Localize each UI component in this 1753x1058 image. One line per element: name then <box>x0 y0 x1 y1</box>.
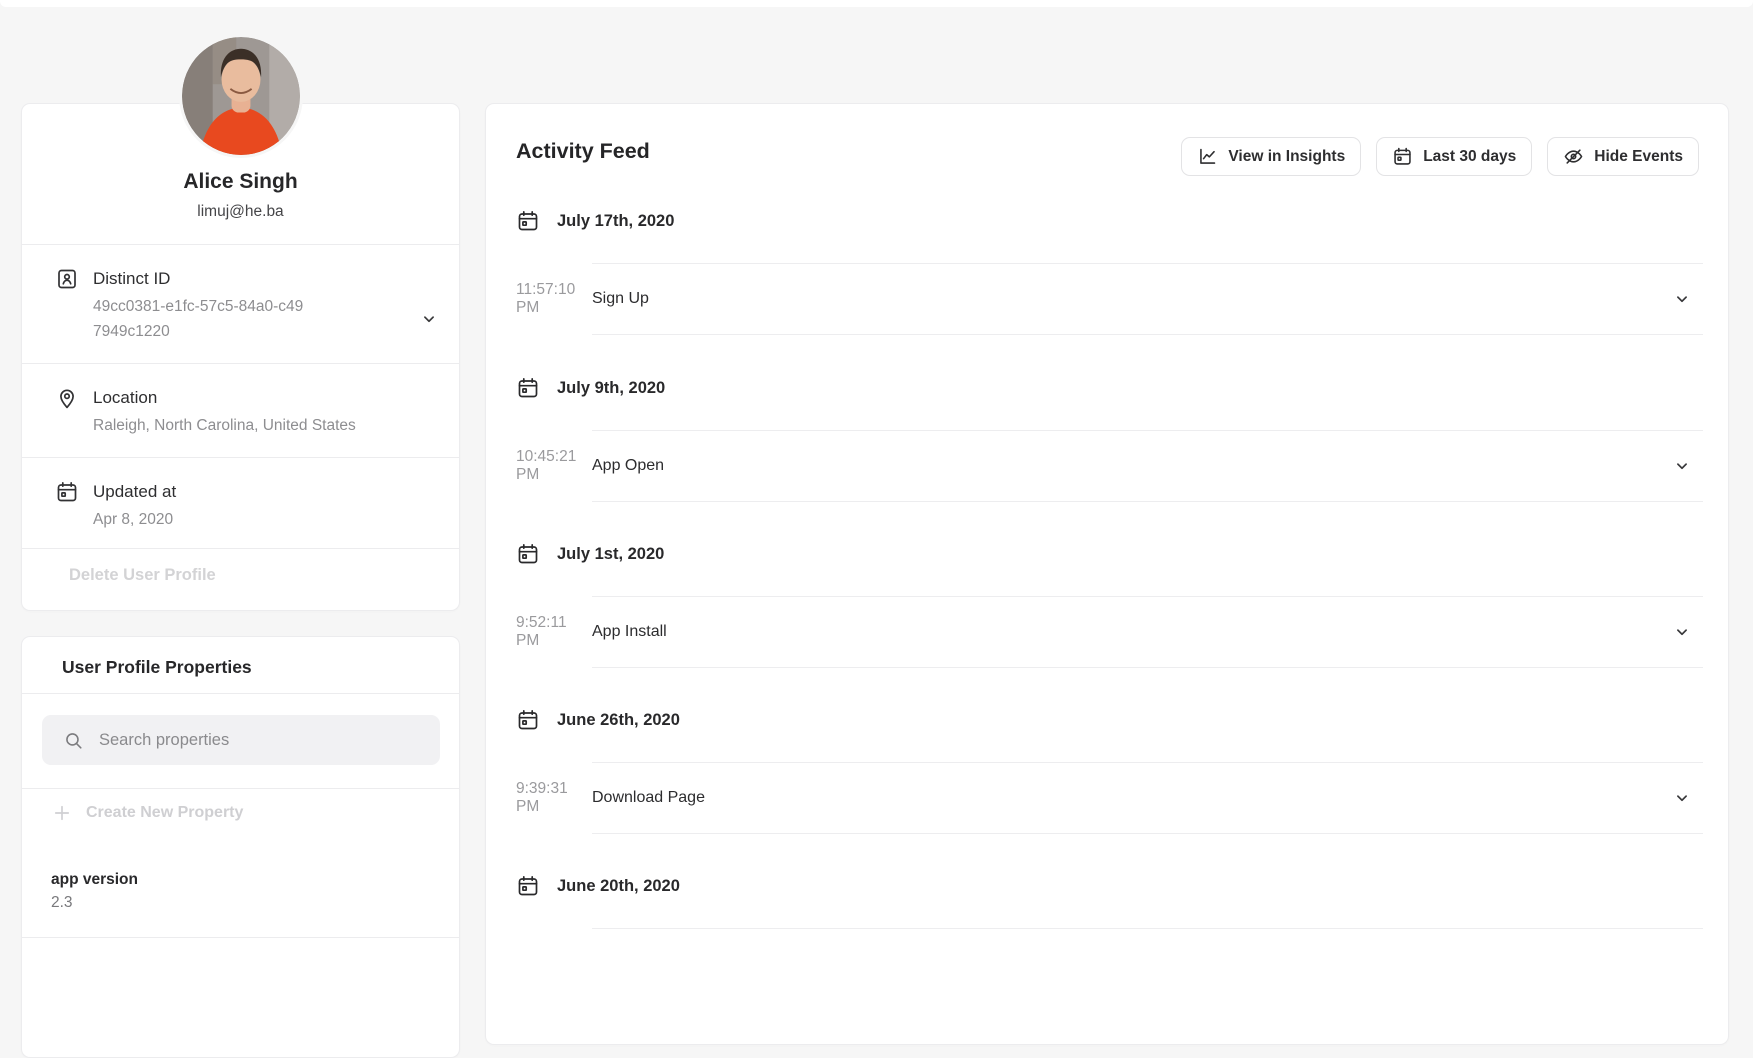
field-label: Distinct ID <box>93 267 311 291</box>
divider <box>22 788 459 789</box>
event-name: App Open <box>592 457 664 475</box>
calendar-icon <box>516 542 540 566</box>
feed-group: June 26th, 2020 9:39:31 PM Download Page <box>516 702 1703 834</box>
calendar-icon <box>516 209 540 233</box>
feed-date-header: June 20th, 2020 <box>516 868 1703 904</box>
event-name: App Install <box>592 623 667 641</box>
calendar-icon <box>55 480 79 504</box>
button-label: Last 30 days <box>1423 148 1516 166</box>
event-name: Sign Up <box>592 290 649 308</box>
create-new-property-button[interactable]: Create New Property <box>52 803 243 823</box>
event-row[interactable]: 9:52:11 PM App Install <box>592 597 1703 668</box>
feed-date: July 17th, 2020 <box>557 212 674 231</box>
field-value: 49cc0381-e1fc-57c5-84a0-c497949c1220 <box>93 294 311 344</box>
divider <box>22 457 459 458</box>
feed-group: July 1st, 2020 9:52:11 PM App Install <box>516 536 1703 668</box>
feed-group: July 17th, 2020 11:57:10 PM Sign Up <box>516 203 1703 335</box>
feed-date: June 26th, 2020 <box>557 711 680 730</box>
user-profile-properties-card: User Profile Properties Create New Prope… <box>21 636 460 1058</box>
feed-date-header: June 26th, 2020 <box>516 702 1703 738</box>
profile-email: limuj@he.ba <box>22 203 459 221</box>
search-icon <box>63 730 84 751</box>
field-location: Location Raleigh, North Carolina, United… <box>55 386 441 438</box>
divider <box>22 548 459 549</box>
field-label: Updated at <box>93 480 176 504</box>
property-item[interactable]: app version 2.3 <box>51 868 439 914</box>
divider <box>592 928 1703 929</box>
chevron-down-icon[interactable] <box>1673 290 1691 308</box>
button-label: View in Insights <box>1228 148 1345 166</box>
property-name: app version <box>51 868 439 891</box>
calendar-icon <box>1392 146 1413 167</box>
profile-name: Alice Singh <box>22 170 459 194</box>
chevron-down-icon[interactable] <box>1673 457 1691 475</box>
event-row[interactable]: 10:45:21 PM App Open <box>592 431 1703 502</box>
feed-date: June 20th, 2020 <box>557 877 680 896</box>
event-time: 11:57:10 PM <box>516 281 592 317</box>
field-distinct-id: Distinct ID 49cc0381-e1fc-57c5-84a0-c497… <box>55 267 441 344</box>
divider <box>22 937 459 938</box>
feed-date: July 9th, 2020 <box>557 379 665 398</box>
plus-icon <box>52 803 72 823</box>
create-new-property-label: Create New Property <box>86 804 243 822</box>
feed-group: July 9th, 2020 10:45:21 PM App Open <box>516 370 1703 502</box>
divider <box>22 244 459 245</box>
calendar-icon <box>516 708 540 732</box>
field-value: Apr 8, 2020 <box>93 507 176 532</box>
line-chart-icon <box>1197 146 1218 167</box>
location-pin-icon <box>55 386 79 410</box>
search-properties-box[interactable] <box>42 715 440 765</box>
feed-date-header: July 17th, 2020 <box>516 203 1703 239</box>
id-badge-icon <box>55 267 79 291</box>
feed-date-header: July 1st, 2020 <box>516 536 1703 572</box>
properties-title: User Profile Properties <box>62 657 252 678</box>
delete-user-profile-button[interactable]: Delete User Profile <box>69 566 216 585</box>
feed-date: July 1st, 2020 <box>557 545 664 564</box>
feed-date-header: July 9th, 2020 <box>516 370 1703 406</box>
calendar-icon <box>516 874 540 898</box>
chevron-down-icon[interactable] <box>1673 623 1691 641</box>
activity-feed-title: Activity Feed <box>516 139 650 164</box>
event-row[interactable]: 9:39:31 PM Download Page <box>592 763 1703 834</box>
activity-feed-card: Activity Feed View in Insights Last 30 d… <box>485 103 1729 1045</box>
last-30-days-button[interactable]: Last 30 days <box>1376 137 1532 176</box>
top-strip <box>0 0 1753 7</box>
hide-events-button[interactable]: Hide Events <box>1547 137 1699 176</box>
event-name: Download Page <box>592 789 705 807</box>
button-label: Hide Events <box>1594 148 1683 166</box>
divider <box>22 363 459 364</box>
event-time: 10:45:21 PM <box>516 448 592 484</box>
calendar-icon <box>516 376 540 400</box>
field-label: Location <box>93 386 356 410</box>
chevron-down-icon[interactable] <box>420 310 438 328</box>
avatar <box>182 37 300 155</box>
event-time: 9:39:31 PM <box>516 780 592 816</box>
search-properties-input[interactable] <box>97 714 440 766</box>
view-in-insights-button[interactable]: View in Insights <box>1181 137 1361 176</box>
field-value: Raleigh, North Carolina, United States <box>93 413 356 438</box>
eye-off-icon <box>1563 146 1584 167</box>
feed-toolbar: View in Insights Last 30 days Hide Eve <box>1181 137 1699 176</box>
chevron-down-icon[interactable] <box>1673 789 1691 807</box>
property-value: 2.3 <box>51 891 439 914</box>
event-row[interactable]: 11:57:10 PM Sign Up <box>592 264 1703 335</box>
feed-group: June 20th, 2020 <box>516 868 1703 929</box>
user-profile-card: Alice Singh limuj@he.ba Distinct ID 49cc… <box>21 103 460 611</box>
divider <box>22 693 459 694</box>
field-updated-at: Updated at Apr 8, 2020 <box>55 480 441 532</box>
event-time: 9:52:11 PM <box>516 614 592 650</box>
